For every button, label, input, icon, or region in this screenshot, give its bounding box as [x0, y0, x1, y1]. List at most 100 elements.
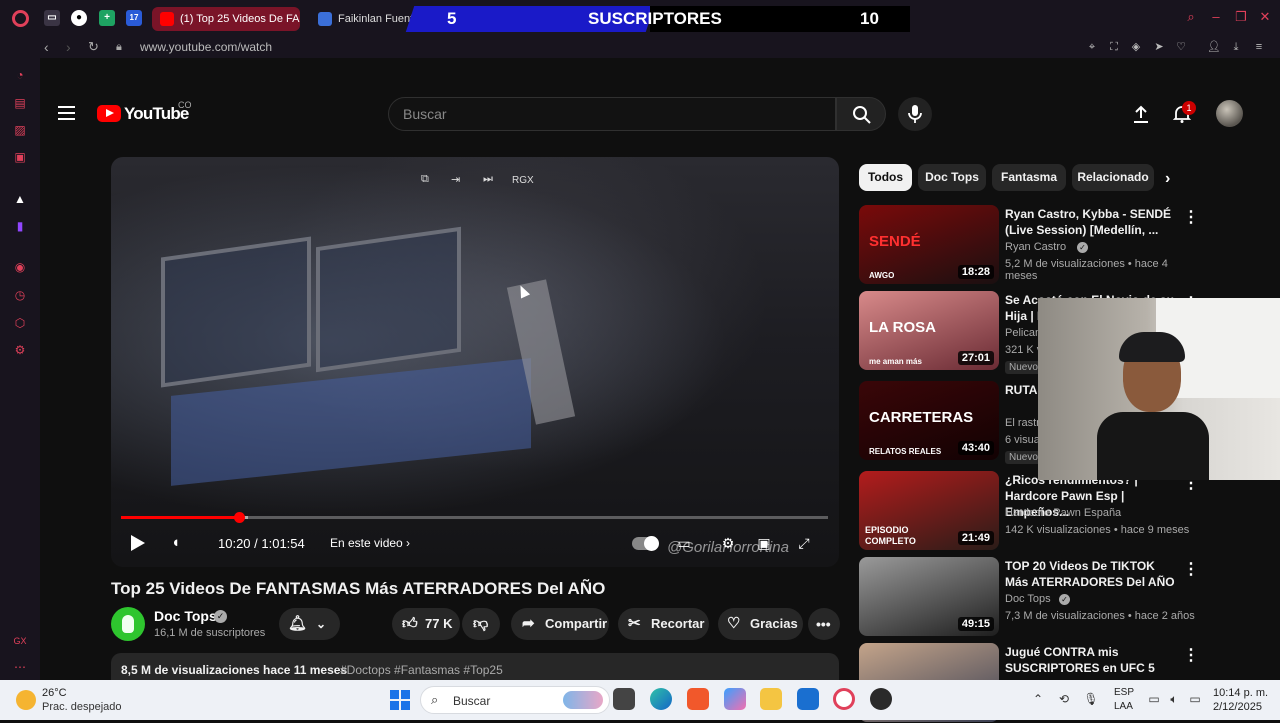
chip-todos[interactable]: Todos — [859, 164, 912, 191]
maximize-icon[interactable]: ❐ — [1234, 10, 1248, 24]
thanks-button[interactable]: ♡ Gracias — [718, 608, 803, 640]
progress-bar[interactable] — [121, 512, 828, 523]
sync-icon[interactable]: ⟲ — [1056, 691, 1072, 707]
chevron-right-icon[interactable]: › — [1165, 170, 1170, 188]
battery-icon[interactable]: ▭ — [1187, 691, 1203, 707]
chip-relacionado[interactable]: Relacionado — [1072, 164, 1154, 191]
brave-icon[interactable] — [687, 688, 709, 710]
profile-icon[interactable]: 👤︎ — [1207, 40, 1221, 54]
dislike-button[interactable]: 👎︎ — [462, 608, 500, 640]
record-icon[interactable]: ● — [71, 10, 87, 26]
edge-icon[interactable] — [650, 688, 672, 710]
chip-doc-tops[interactable]: Doc Tops — [918, 164, 986, 191]
chip-fantasma[interactable]: Fantasma — [992, 164, 1066, 191]
recommendation-channel[interactable]: Ryan Castro — [1005, 241, 1066, 253]
next-icon[interactable]: ⏭ — [483, 173, 493, 186]
progress-scrubber-handle[interactable] — [233, 512, 245, 523]
heart-icon[interactable]: ♡ — [1174, 40, 1188, 54]
hashtags[interactable]: #Doctops #Fantasmas #Top25 — [340, 663, 503, 677]
arc-icon[interactable]: ▲ — [13, 192, 27, 206]
clock-date[interactable]: 2/12/2025 — [1213, 701, 1262, 713]
settings-gear-icon[interactable]: ⚙ — [718, 534, 738, 552]
rgx-label[interactable]: RGX — [512, 175, 534, 186]
mic-tray-icon[interactable]: 🎙︎ — [1083, 691, 1099, 707]
recommendation-card[interactable]: EPISODIO COMPLETO 21:49 ¿Ricos rendimientos… — [859, 471, 1199, 551]
shopping-icon[interactable]: ▤ — [13, 96, 27, 110]
theater-mode-icon[interactable]: ▣ — [754, 534, 774, 552]
enter-icon[interactable]: ⇥ — [451, 173, 460, 186]
player-icon[interactable]: ◉ — [13, 260, 27, 274]
search-button[interactable] — [836, 97, 886, 131]
send-icon[interactable]: ➤ — [1152, 40, 1166, 54]
opera-aria-icon[interactable]: ◔ — [13, 68, 27, 82]
gx-icon[interactable]: GX — [13, 634, 27, 648]
recommendation-thumbnail[interactable]: SENDÉ AWGO 18:28 — [859, 205, 999, 284]
subtitles-icon[interactable]: ▭ — [674, 534, 694, 552]
recommendation-thumbnail[interactable]: LA ROSA me aman más 27:01 — [859, 291, 999, 370]
outlook-icon[interactable] — [797, 688, 819, 710]
shield-icon[interactable]: ◈ — [1129, 40, 1143, 54]
taskbar-search[interactable]: ⌕ Buscar — [420, 686, 610, 714]
url-field[interactable]: www.youtube.com/watch — [140, 40, 272, 54]
reload-icon[interactable]: ↻ — [88, 39, 99, 55]
input-language[interactable]: ESP — [1114, 687, 1134, 698]
clip-button[interactable]: ✂ Recortar — [618, 608, 709, 640]
volume-tray-icon[interactable]: 🔈︎ — [1166, 691, 1182, 707]
weather-description[interactable]: Prac. despejado — [42, 701, 122, 713]
sheets-icon[interactable]: + — [99, 10, 115, 26]
copilot-icon[interactable] — [724, 688, 746, 710]
seventeen-icon[interactable]: 17 — [126, 10, 142, 26]
channel-avatar[interactable] — [111, 607, 145, 641]
history-icon[interactable]: ◷ — [13, 288, 27, 302]
obs-icon[interactable] — [870, 688, 892, 710]
recommendation-card[interactable]: 49:15 TOP 20 Videos De TIKTOK Más ATERRAD… — [859, 557, 1199, 637]
windows-start-icon[interactable] — [390, 690, 410, 710]
twitch-icon[interactable]: ▮ — [13, 219, 27, 233]
file-explorer-icon[interactable] — [760, 688, 782, 710]
recommendation-thumbnail[interactable]: EPISODIO COMPLETO 21:49 — [859, 471, 999, 550]
task-view-icon[interactable] — [613, 688, 635, 710]
more-actions-button[interactable]: ••• — [808, 608, 840, 640]
snapshot-icon[interactable]: ⛶ — [1107, 40, 1121, 54]
more-vertical-icon[interactable]: ⋮ — [1183, 645, 1199, 665]
recommendation-title[interactable]: Jugué CONTRA mis SUSCRIPTORES en UFC 5 — [1005, 644, 1175, 676]
game-icon[interactable]: ▭ — [44, 10, 60, 26]
play-button-icon[interactable] — [131, 535, 145, 551]
weather-sun-icon[interactable] — [16, 690, 36, 710]
more-vertical-icon[interactable]: ⋮ — [1183, 207, 1199, 227]
search-tabs-icon[interactable]: ⌕ — [1184, 10, 1198, 24]
input-layout[interactable]: LAA — [1114, 701, 1133, 712]
chevron-up-icon[interactable]: ⌃ — [1030, 691, 1046, 707]
volume-icon[interactable]: ◖ — [171, 535, 189, 551]
clock-time[interactable]: 10:14 p. m. — [1213, 687, 1268, 699]
menu-icon[interactable] — [58, 106, 75, 120]
extensions-icon[interactable]: ⬡ — [13, 316, 27, 330]
minimize-icon[interactable]: – — [1209, 10, 1223, 24]
youtube-logo-icon[interactable] — [97, 105, 121, 122]
account-avatar[interactable] — [1216, 100, 1243, 127]
weather-temperature[interactable]: 26°C — [42, 687, 67, 699]
close-icon[interactable]: ✕ — [1258, 10, 1272, 24]
recommendation-thumbnail[interactable]: 49:15 — [859, 557, 999, 636]
tab-youtube[interactable]: (1) Top 25 Videos De FAN — [152, 7, 300, 31]
upload-icon[interactable] — [1132, 104, 1150, 124]
subscribed-bell-button[interactable]: 🔔︎ ⌄ — [279, 608, 340, 640]
recommendation-channel[interactable]: Pelican — [1005, 327, 1041, 339]
search-box[interactable] — [388, 97, 836, 131]
channel-name[interactable]: Doc Tops — [154, 608, 217, 624]
forward-icon[interactable]: › — [66, 39, 71, 55]
opera-logo-icon[interactable] — [12, 10, 29, 27]
fullscreen-icon[interactable]: ⤢ — [794, 534, 814, 552]
chapter-button[interactable]: En este video › — [330, 536, 410, 550]
like-button[interactable]: 👍︎ 77 K — [392, 608, 460, 640]
recommendation-channel[interactable]: Hardcore Pawn España — [1005, 507, 1121, 519]
network-icon[interactable]: ▭ — [1146, 691, 1162, 707]
opera-gx-taskbar-icon[interactable] — [833, 688, 855, 710]
recommendation-card[interactable]: SENDÉ AWGO 18:28 Ryan Castro, Kybba - SENDÉ… — [859, 205, 1199, 285]
share-button[interactable]: ➦ Compartir — [511, 608, 609, 640]
recommendation-title[interactable]: Ryan Castro, Kybba - SENDÉ (Live Session… — [1005, 206, 1175, 238]
easy-setup-icon[interactable]: ≡ — [1252, 40, 1266, 54]
settings-icon[interactable]: ⚙ — [13, 343, 27, 357]
search-input[interactable] — [403, 105, 823, 123]
back-icon[interactable]: ‹ — [44, 39, 49, 55]
